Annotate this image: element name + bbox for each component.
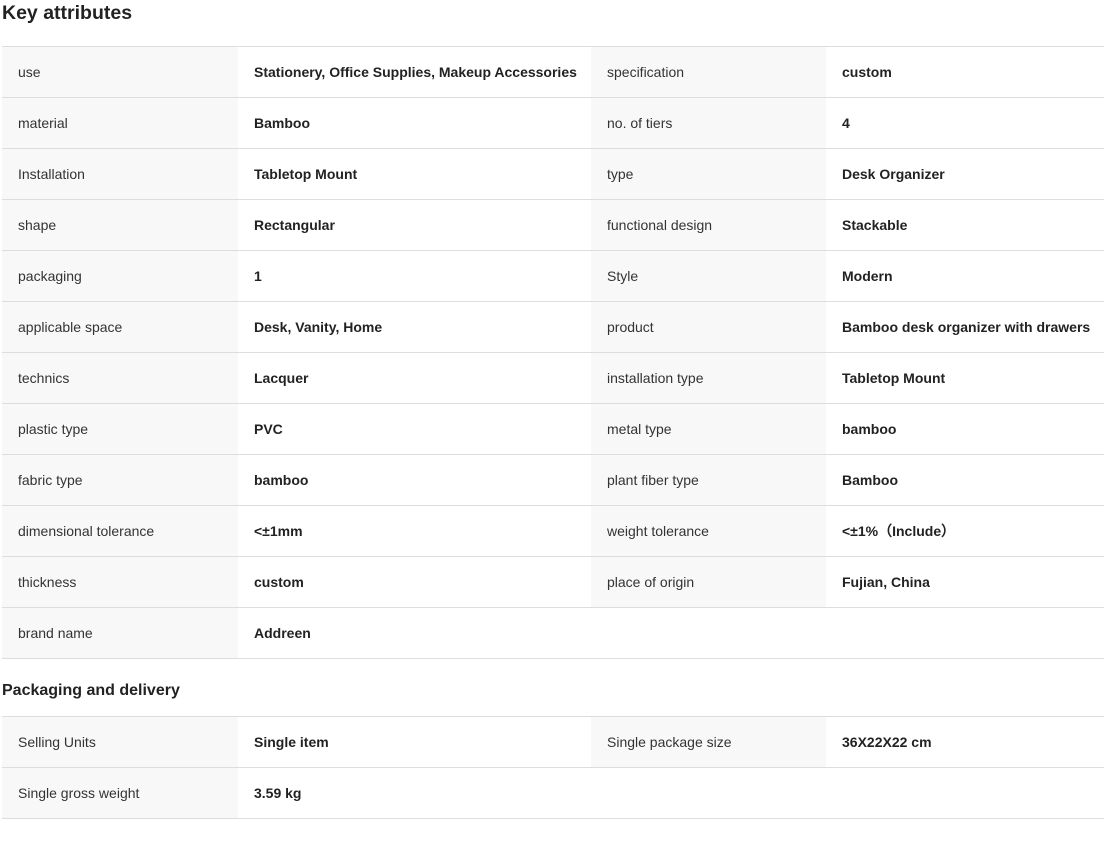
empty-cell: [826, 768, 1104, 818]
attribute-label: installation type: [591, 353, 826, 403]
attribute-value: Stackable: [826, 200, 1104, 250]
attribute-row: Installation Tabletop Mount type Desk Organ…: [2, 149, 1104, 200]
attribute-label: specification: [591, 47, 826, 97]
attribute-label: dimensional tolerance: [2, 506, 238, 556]
attribute-label: Single gross weight: [2, 768, 238, 818]
attribute-value: 1: [238, 251, 591, 301]
attribute-value: bamboo: [826, 404, 1104, 454]
attribute-label: use: [2, 47, 238, 97]
attribute-label: applicable space: [2, 302, 238, 352]
attribute-value: Addreen: [238, 608, 591, 658]
attribute-label: fabric type: [2, 455, 238, 505]
attribute-label: plastic type: [2, 404, 238, 454]
attribute-value: 3.59 kg: [238, 768, 591, 818]
attribute-value: Single item: [238, 717, 591, 767]
attribute-label: shape: [2, 200, 238, 250]
attribute-label: packaging: [2, 251, 238, 301]
attribute-label: plant fiber type: [591, 455, 826, 505]
attribute-value: Bamboo: [238, 98, 591, 148]
attribute-label: no. of tiers: [591, 98, 826, 148]
attribute-row: Single gross weight 3.59 kg: [2, 768, 1104, 819]
attribute-row: dimensional tolerance <±1mm weight toleran…: [2, 506, 1104, 557]
attribute-row: brand name Addreen: [2, 608, 1104, 659]
empty-cell: [591, 768, 826, 818]
attribute-row: fabric type bamboo plant fiber type Bamboo: [2, 455, 1104, 506]
attribute-row: applicable space Desk, Vanity, Home produc…: [2, 302, 1104, 353]
attribute-value: PVC: [238, 404, 591, 454]
attribute-value: Rectangular: [238, 200, 591, 250]
attribute-label: technics: [2, 353, 238, 403]
attribute-row: material Bamboo no. of tiers 4: [2, 98, 1104, 149]
attribute-label: Selling Units: [2, 717, 238, 767]
attribute-value: custom: [826, 47, 1104, 97]
attribute-label: place of origin: [591, 557, 826, 607]
attribute-value: <±1mm: [238, 506, 591, 556]
empty-cell: [826, 608, 1104, 658]
attribute-label: thickness: [2, 557, 238, 607]
packaging-delivery-table: Selling Units Single item Single package s…: [2, 716, 1104, 819]
attribute-value: 4: [826, 98, 1104, 148]
attribute-value: Stationery, Office Supplies, Makeup Acce…: [238, 47, 591, 97]
attribute-row: Selling Units Single item Single package s…: [2, 717, 1104, 768]
attribute-value: Tabletop Mount: [826, 353, 1104, 403]
attribute-value: Bamboo: [826, 455, 1104, 505]
attribute-value: Bamboo desk organizer with drawers: [826, 302, 1104, 352]
attribute-value: Lacquer: [238, 353, 591, 403]
attribute-row: technics Lacquer installation type Tabletop…: [2, 353, 1104, 404]
attribute-label: metal type: [591, 404, 826, 454]
attribute-row: shape Rectangular functional design Stackab…: [2, 200, 1104, 251]
attribute-value: <±1%（Include）: [826, 506, 1104, 556]
key-attributes-table: use Stationery, Office Supplies, Makeup A…: [2, 46, 1104, 659]
attribute-row: thickness custom place of origin Fujian, Ch…: [2, 557, 1104, 608]
attribute-label: brand name: [2, 608, 238, 658]
attribute-label: Single package size: [591, 717, 826, 767]
attribute-value: Desk, Vanity, Home: [238, 302, 591, 352]
packaging-delivery-title: Packaging and delivery: [2, 682, 180, 699]
attribute-label: Style: [591, 251, 826, 301]
attribute-label: material: [2, 98, 238, 148]
attribute-label: weight tolerance: [591, 506, 826, 556]
attribute-row: packaging 1 Style Modern: [2, 251, 1104, 302]
attribute-label: functional design: [591, 200, 826, 250]
attribute-value: Tabletop Mount: [238, 149, 591, 199]
attribute-row: plastic type PVC metal type bamboo: [2, 404, 1104, 455]
attribute-value: Fujian, China: [826, 557, 1104, 607]
key-attributes-title: Key attributes: [2, 2, 133, 24]
attribute-value: Desk Organizer: [826, 149, 1104, 199]
attribute-label: Installation: [2, 149, 238, 199]
attribute-label: type: [591, 149, 826, 199]
attribute-value: custom: [238, 557, 591, 607]
attribute-value: bamboo: [238, 455, 591, 505]
empty-cell: [591, 608, 826, 658]
attribute-label: product: [591, 302, 826, 352]
attribute-row: use Stationery, Office Supplies, Makeup A…: [2, 47, 1104, 98]
attribute-value: Modern: [826, 251, 1104, 301]
attribute-value: 36X22X22 cm: [826, 717, 1104, 767]
